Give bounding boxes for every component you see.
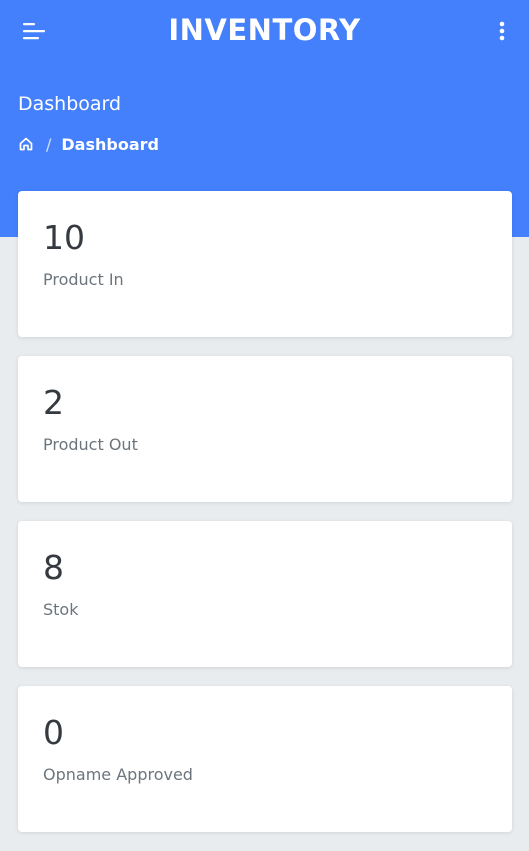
breadcrumb: / Dashboard	[18, 134, 159, 154]
stat-value: 10	[43, 218, 85, 257]
breadcrumb-current: Dashboard	[61, 134, 159, 154]
stat-label: Product Out	[43, 435, 138, 454]
home-icon[interactable]	[18, 136, 34, 152]
stats-cards: 10 Product In 2 Product Out 8 Stok 0 Opn…	[18, 191, 512, 851]
stat-card-product-in[interactable]: 10 Product In	[18, 191, 512, 337]
stat-card-opname-approved[interactable]: 0 Opname Approved	[18, 686, 512, 832]
app-title: INVENTORY	[168, 13, 361, 47]
stat-label: Opname Approved	[43, 765, 193, 784]
stat-value: 8	[43, 548, 64, 587]
stat-card-product-out[interactable]: 2 Product Out	[18, 356, 512, 502]
stat-label: Product In	[43, 270, 124, 289]
stat-label: Stok	[43, 600, 79, 619]
hamburger-menu-icon[interactable]	[22, 21, 46, 41]
kebab-menu-icon[interactable]	[492, 20, 512, 42]
stat-card-stok[interactable]: 8 Stok	[18, 521, 512, 667]
top-navbar: INVENTORY	[0, 0, 529, 64]
stat-value: 2	[43, 383, 64, 422]
page-title: Dashboard	[18, 93, 122, 115]
breadcrumb-separator: /	[46, 134, 52, 154]
stat-value: 0	[43, 713, 64, 752]
